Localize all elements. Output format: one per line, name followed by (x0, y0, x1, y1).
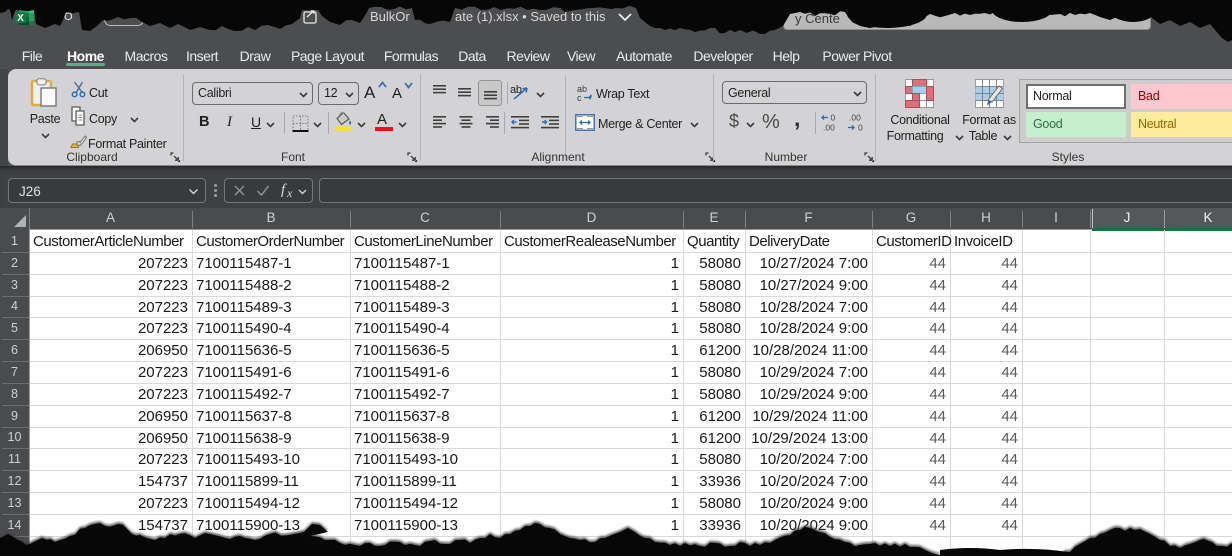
svg-text:.00: .00 (823, 123, 835, 133)
svg-text:c: c (577, 93, 582, 103)
svg-text:0: 0 (858, 123, 863, 133)
svg-text:0: 0 (831, 113, 836, 123)
svg-text:.00: .00 (849, 113, 861, 123)
